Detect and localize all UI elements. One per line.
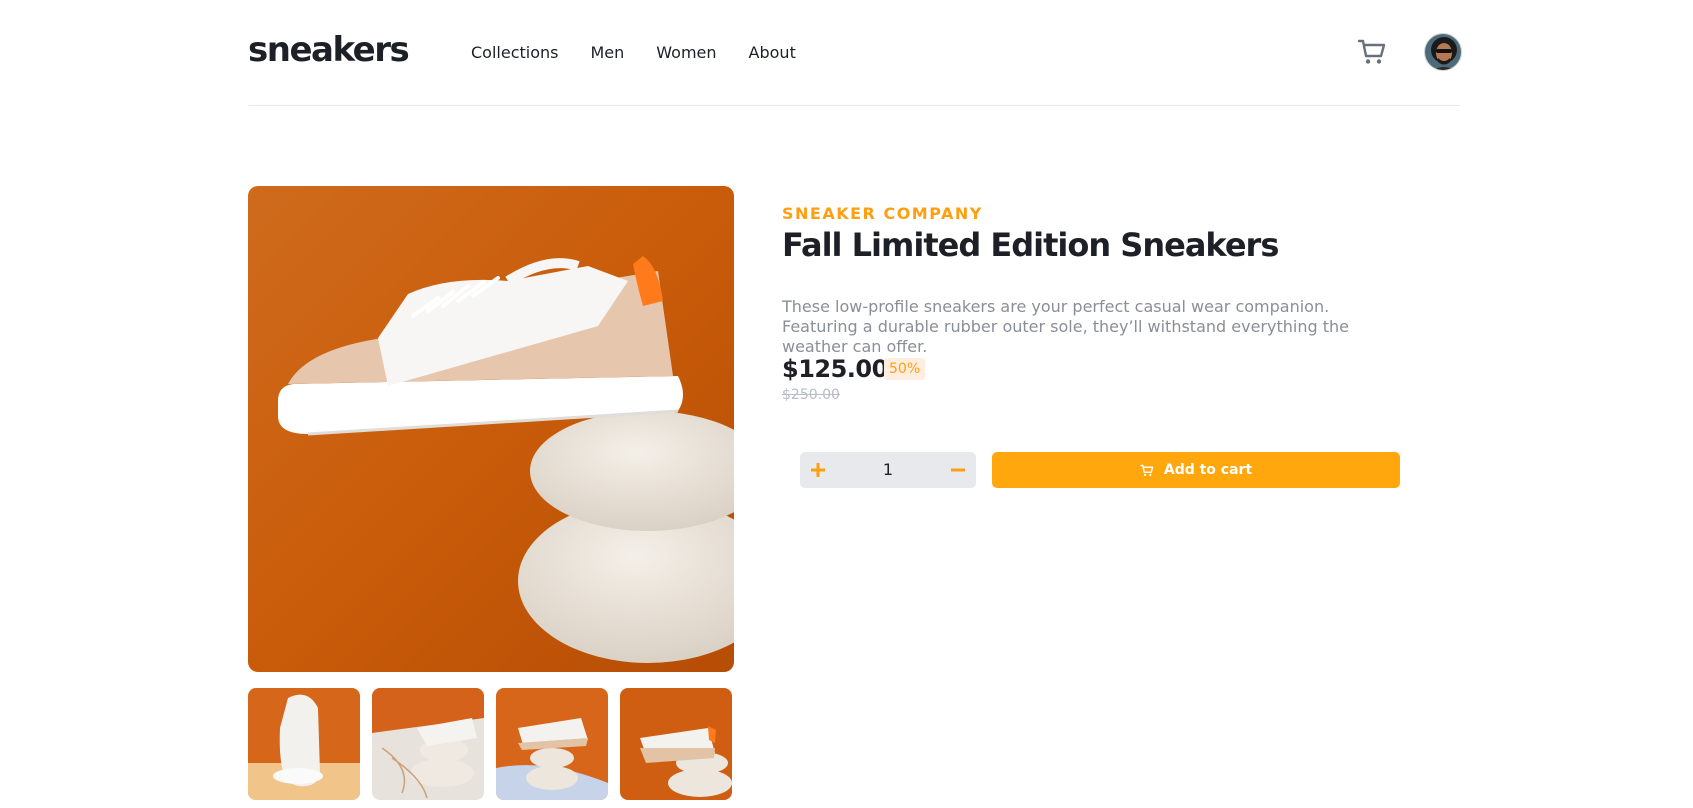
cart-button[interactable]	[1357, 38, 1387, 68]
quantity-stepper: 1	[800, 452, 976, 488]
nav-item-about[interactable]: About	[749, 42, 796, 64]
thumbnail-image-4	[620, 688, 732, 800]
nav-item-women[interactable]: Women	[656, 42, 716, 64]
discount-badge: 50%	[884, 358, 926, 380]
thumbnail-image-2	[372, 688, 484, 800]
product-description: These low-profile sneakers are your perf…	[782, 297, 1349, 356]
thumbnail-3[interactable]	[496, 688, 608, 800]
minus-icon	[951, 468, 965, 472]
plus-icon	[811, 463, 825, 477]
site-header: sneakers Collections Men Women About	[248, 0, 1462, 106]
product-main-image[interactable]	[248, 186, 734, 672]
avatar-image	[1425, 34, 1461, 70]
cart-icon	[1140, 464, 1154, 476]
avatar[interactable]	[1424, 33, 1462, 71]
brand-logo[interactable]: sneakers	[248, 30, 410, 70]
original-price: $250.00	[782, 387, 840, 403]
quantity-decrease-button[interactable]	[940, 452, 976, 488]
sneaker-photo	[248, 186, 734, 672]
thumbnail-image-3	[496, 688, 608, 800]
thumbnail-image-1	[248, 688, 360, 800]
thumbnail-2[interactable]	[372, 688, 484, 800]
nav-item-men[interactable]: Men	[590, 42, 624, 64]
current-price: $125.00	[782, 355, 888, 383]
add-to-cart-button[interactable]: Add to cart	[992, 452, 1400, 488]
main-nav: Collections Men Women About	[471, 42, 796, 64]
thumbnail-1[interactable]	[248, 688, 360, 800]
thumbnail-4[interactable]	[620, 688, 732, 800]
thumbnail-strip	[248, 688, 732, 800]
product-title: Fall Limited Edition Sneakers	[782, 226, 1279, 264]
company-label: SNEAKER COMPANY	[782, 204, 983, 223]
quantity-value: 1	[882, 460, 894, 479]
quantity-increase-button[interactable]	[800, 452, 836, 488]
cart-icon	[1357, 39, 1386, 64]
add-to-cart-label: Add to cart	[1163, 462, 1253, 478]
nav-item-collections[interactable]: Collections	[471, 42, 558, 64]
